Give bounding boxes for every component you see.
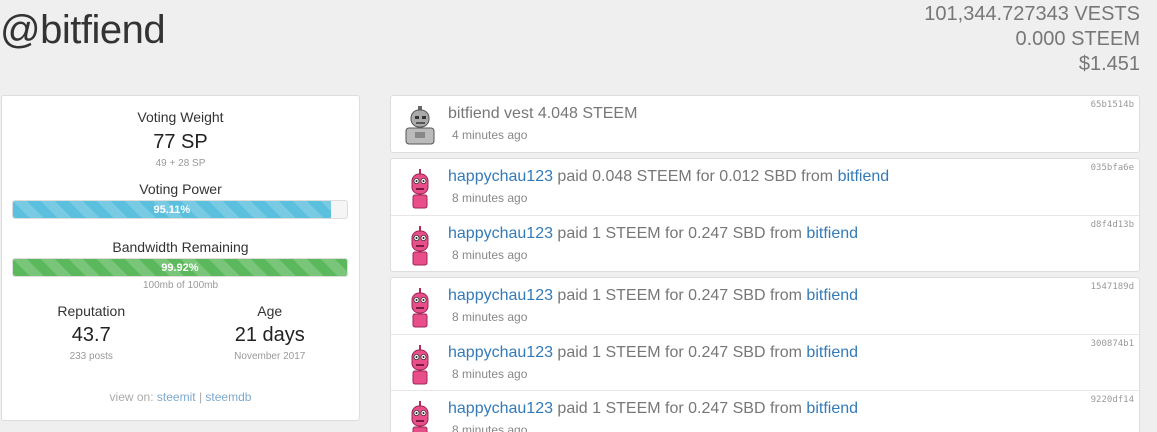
actor-link[interactable]: happychau123 bbox=[448, 225, 553, 242]
robot-pink-avatar-icon bbox=[403, 401, 437, 432]
transaction-action: paid 1 STEEM for 0.247 SBD from bbox=[552, 287, 807, 304]
actor-link[interactable]: happychau123 bbox=[448, 168, 553, 185]
transaction-time: 8 minutes ago bbox=[452, 248, 528, 262]
balance-steem: 0.000 STEEM bbox=[1015, 28, 1140, 50]
transaction-time: 8 minutes ago bbox=[452, 191, 528, 205]
transaction-text: happychau123 paid 1 STEEM for 0.247 SBD … bbox=[448, 287, 858, 305]
reputation-value: 43.7 bbox=[71, 324, 111, 346]
link-steemdb[interactable]: steemdb bbox=[205, 390, 251, 404]
transaction-hash[interactable]: 300874b1 bbox=[1091, 339, 1134, 349]
voting-power-label: Voting Power bbox=[139, 181, 222, 197]
transaction-text: bitfiend vest 4.048 STEEM bbox=[448, 105, 637, 123]
voting-power-bar: 95.11% bbox=[12, 200, 348, 219]
voting-weight-value: 77 SP bbox=[153, 131, 208, 153]
transaction-time: 8 minutes ago bbox=[452, 423, 528, 432]
actor-link[interactable]: happychau123 bbox=[448, 287, 553, 304]
age-block: Age 21 days November 2017 bbox=[181, 303, 360, 362]
transaction-text: happychau123 paid 1 STEEM for 0.247 SBD … bbox=[448, 344, 858, 362]
transaction-hash[interactable]: 65b1514b bbox=[1091, 100, 1134, 110]
target-link[interactable]: bitfiend bbox=[806, 344, 858, 361]
voting-weight-label: Voting Weight bbox=[137, 109, 224, 125]
transaction-action: bitfiend vest 4.048 STEEM bbox=[448, 105, 638, 122]
view-on-links: view on: steemit | steemdb bbox=[2, 390, 359, 404]
age-value: 21 days bbox=[234, 324, 305, 346]
profile-card: Voting Weight 77 SP 49 + 28 SP Voting Po… bbox=[1, 95, 360, 421]
account-balances: 101,344.727343 VESTS 0.000 STEEM $1.451 bbox=[924, 2, 1140, 77]
view-on-label: view on: bbox=[109, 390, 154, 404]
robot-pink-avatar-icon bbox=[403, 226, 437, 266]
feed-group-1: bitfiend vest 4.048 STEEM 4 minutes ago 65… bbox=[390, 95, 1140, 153]
transaction-hash[interactable]: 9220df14 bbox=[1091, 395, 1134, 405]
transaction-row: happychau123 paid 1 STEEM for 0.247 SBD … bbox=[391, 390, 1139, 432]
bandwidth-detail: 100mb of 100mb bbox=[142, 280, 219, 291]
transaction-text: happychau123 paid 1 STEEM for 0.247 SBD … bbox=[448, 225, 858, 243]
transaction-row: happychau123 paid 1 STEEM for 0.247 SBD … bbox=[391, 278, 1139, 334]
feed-group-2: happychau123 paid 0.048 STEEM for 0.012 … bbox=[390, 158, 1140, 272]
transaction-action: paid 1 STEEM for 0.247 SBD from bbox=[552, 400, 807, 417]
bandwidth-bar: 99.92% bbox=[12, 258, 348, 277]
robot-gray-avatar-icon bbox=[403, 106, 437, 146]
transaction-row: bitfiend vest 4.048 STEEM 4 minutes ago 65… bbox=[391, 96, 1139, 152]
reputation-detail: 233 posts bbox=[69, 351, 113, 362]
reputation-age-row: Reputation 43.7 233 posts Age 21 days No… bbox=[2, 303, 359, 362]
feed-group-3: happychau123 paid 1 STEEM for 0.247 SBD … bbox=[390, 277, 1140, 432]
robot-pink-avatar-icon bbox=[403, 288, 437, 328]
target-link[interactable]: bitfiend bbox=[806, 287, 858, 304]
age-label: Age bbox=[257, 303, 283, 319]
transaction-time: 4 minutes ago bbox=[452, 128, 528, 142]
transaction-hash[interactable]: d8f4d13b bbox=[1091, 220, 1134, 230]
target-link[interactable]: bitfiend bbox=[806, 225, 858, 242]
account-username: @bitfiend bbox=[0, 8, 166, 52]
transaction-time: 8 minutes ago bbox=[452, 367, 528, 381]
transaction-row: happychau123 paid 0.048 STEEM for 0.012 … bbox=[391, 159, 1139, 215]
bandwidth-label: Bandwidth Remaining bbox=[112, 239, 249, 255]
reputation-block: Reputation 43.7 233 posts bbox=[2, 303, 181, 362]
transaction-action: paid 1 STEEM for 0.247 SBD from bbox=[552, 225, 807, 242]
transaction-action: paid 1 STEEM for 0.247 SBD from bbox=[552, 344, 807, 361]
transaction-text: happychau123 paid 1 STEEM for 0.247 SBD … bbox=[448, 400, 858, 418]
robot-pink-avatar-icon bbox=[403, 345, 437, 385]
balance-vests: 101,344.727343 VESTS bbox=[924, 3, 1140, 25]
age-detail: November 2017 bbox=[234, 351, 306, 362]
voting-power-fill: 95.11% bbox=[13, 201, 331, 218]
balance-usd: $1.451 bbox=[1078, 53, 1140, 75]
transaction-row: happychau123 paid 1 STEEM for 0.247 SBD … bbox=[391, 334, 1139, 390]
transaction-row: happychau123 paid 1 STEEM for 0.247 SBD … bbox=[391, 215, 1139, 271]
actor-link[interactable]: happychau123 bbox=[448, 400, 553, 417]
link-separator: | bbox=[198, 390, 203, 404]
transaction-text: happychau123 paid 0.048 STEEM for 0.012 … bbox=[448, 168, 889, 186]
reputation-label: Reputation bbox=[57, 303, 126, 319]
robot-pink-avatar-icon bbox=[403, 169, 437, 209]
transaction-time: 8 minutes ago bbox=[452, 310, 528, 324]
link-steemit[interactable]: steemit bbox=[157, 390, 196, 404]
transaction-hash[interactable]: 035bfa6e bbox=[1091, 163, 1134, 173]
target-link[interactable]: bitfiend bbox=[838, 168, 890, 185]
transaction-action: paid 0.048 STEEM for 0.012 SBD from bbox=[552, 168, 838, 185]
actor-link[interactable]: happychau123 bbox=[448, 344, 553, 361]
transaction-hash[interactable]: 1547189d bbox=[1091, 282, 1134, 292]
target-link[interactable]: bitfiend bbox=[806, 400, 858, 417]
bandwidth-fill: 99.92% bbox=[13, 259, 347, 276]
voting-weight-detail: 49 + 28 SP bbox=[155, 158, 206, 169]
